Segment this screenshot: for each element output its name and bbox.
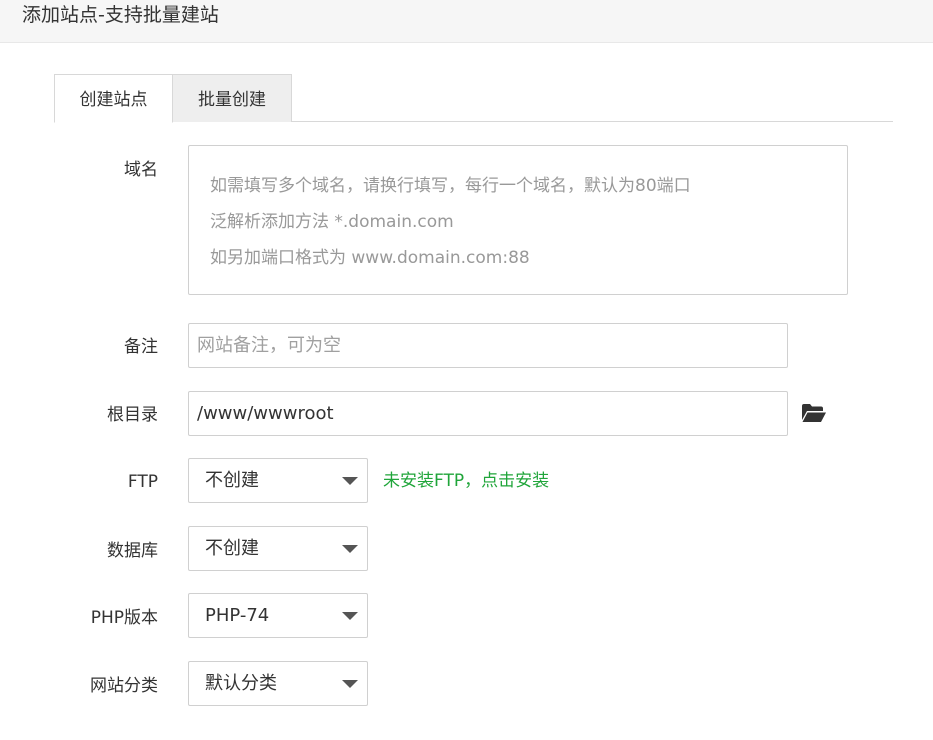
domain-label: 域名 [124, 160, 158, 180]
ftp-label: FTP [127, 472, 158, 492]
root-dir-input[interactable]: /www/wwwroot [188, 391, 788, 436]
remark-input[interactable]: 网站备注，可为空 [188, 323, 788, 368]
tab-bar: 创建站点 批量创建 [54, 74, 893, 123]
domain-textarea[interactable]: 如需填写多个域名，请换行填写，每行一个域名，默认为80端口 泛解析添加方法 *.… [188, 145, 848, 295]
tab-batch-create[interactable]: 批量创建 [172, 74, 292, 122]
chevron-down-icon [342, 612, 358, 620]
folder-open-icon[interactable] [801, 403, 827, 423]
remark-label: 备注 [124, 337, 158, 357]
chevron-down-icon [342, 680, 358, 688]
domain-placeholder-line-1: 如需填写多个域名，请换行填写，每行一个域名，默认为80端口 [210, 176, 691, 196]
php-version-label: PHP版本 [90, 608, 158, 628]
tab-create-site[interactable]: 创建站点 [54, 74, 173, 123]
ftp-select[interactable]: 不创建 [188, 458, 368, 503]
domain-placeholder-line-2: 泛解析添加方法 *.domain.com [210, 212, 454, 232]
install-ftp-link[interactable]: 未安装FTP，点击安装 [383, 469, 549, 493]
database-label: 数据库 [107, 541, 158, 561]
database-select-value: 不创建 [205, 538, 259, 559]
site-category-select-value: 默认分类 [205, 673, 277, 694]
php-version-select[interactable]: PHP-74 [188, 593, 368, 638]
chevron-down-icon [342, 477, 358, 485]
ftp-select-value: 不创建 [205, 470, 259, 491]
database-select[interactable]: 不创建 [188, 526, 368, 571]
root-dir-label: 根目录 [107, 405, 158, 425]
chevron-down-icon [342, 545, 358, 553]
php-version-select-value: PHP-74 [205, 605, 270, 626]
site-category-label: 网站分类 [90, 676, 158, 696]
domain-placeholder-line-3: 如另加端口格式为 www.domain.com:88 [210, 248, 530, 268]
site-category-select[interactable]: 默认分类 [188, 661, 368, 706]
dialog-header: 添加站点-支持批量建站 [0, 0, 933, 43]
dialog-title: 添加站点-支持批量建站 [22, 4, 219, 26]
